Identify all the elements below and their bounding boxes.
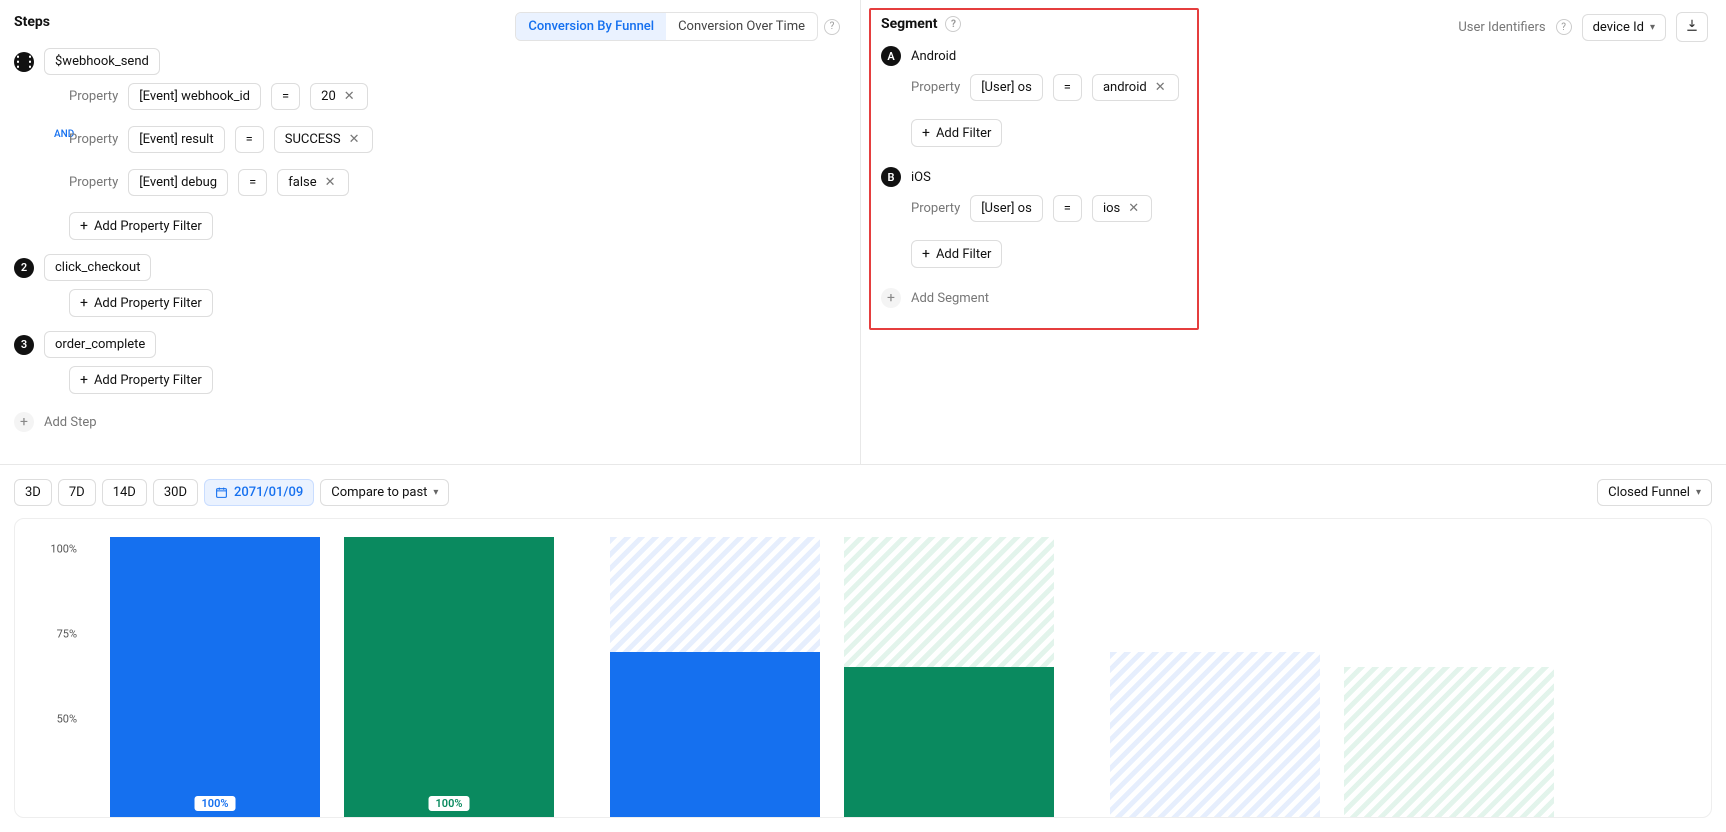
property-label: Property: [69, 132, 118, 147]
step-2-badge: 2: [14, 258, 34, 278]
help-icon[interactable]: ?: [1556, 19, 1572, 35]
add-filter-button[interactable]: + Add Filter: [911, 119, 1002, 147]
step-1-event[interactable]: $webhook_send: [44, 48, 160, 75]
step-3-badge: 3: [14, 335, 34, 355]
plus-icon: +: [80, 372, 88, 388]
range-7d[interactable]: 7D: [58, 479, 96, 506]
add-filter-label: Add Filter: [936, 247, 991, 262]
add-segment-icon[interactable]: +: [881, 288, 901, 308]
segment-b-badge: B: [881, 167, 901, 187]
segment-a-name[interactable]: Android: [911, 49, 956, 64]
date-picker[interactable]: 2071/01/09: [204, 479, 314, 506]
funnel-type-label: Closed Funnel: [1608, 485, 1690, 500]
y-axis: 100% 75% 50%: [35, 529, 85, 817]
date-value: 2071/01/09: [234, 485, 303, 500]
seg-b-op[interactable]: =: [1053, 195, 1082, 222]
remove-icon[interactable]: ✕: [1153, 80, 1168, 95]
add-filter-button[interactable]: + Add Filter: [911, 240, 1002, 268]
add-prop-label: Add Property Filter: [94, 219, 202, 234]
compare-label: Compare to past: [331, 485, 427, 500]
prop3-name[interactable]: [Event] debug: [128, 169, 228, 196]
add-step-button[interactable]: Add Step: [44, 415, 97, 430]
add-property-filter-button[interactable]: + Add Property Filter: [69, 366, 213, 394]
range-14d[interactable]: 14D: [102, 479, 147, 506]
add-step-icon[interactable]: +: [14, 412, 34, 432]
prop3-op[interactable]: =: [238, 169, 267, 196]
prop3-val[interactable]: false ✕: [277, 169, 348, 196]
property-label: Property: [911, 80, 960, 95]
funnel-type-select[interactable]: Closed Funnel ▾: [1597, 479, 1712, 506]
range-3d[interactable]: 3D: [14, 479, 52, 506]
seg-a-val[interactable]: android ✕: [1092, 74, 1179, 101]
prop1-name[interactable]: [Event] webhook_id: [128, 83, 261, 110]
add-prop-label: Add Property Filter: [94, 373, 202, 388]
plus-icon: +: [80, 295, 88, 311]
ytick-75: 75%: [57, 628, 77, 641]
bar-label: 100%: [428, 795, 471, 812]
plus-icon: +: [922, 125, 930, 141]
add-property-filter-button[interactable]: + Add Property Filter: [69, 212, 213, 240]
chevron-down-icon: ▾: [1650, 22, 1655, 33]
seg-b-val-text: ios: [1103, 201, 1120, 216]
prop1-val[interactable]: 20 ✕: [310, 83, 368, 110]
remove-icon[interactable]: ✕: [1126, 201, 1141, 216]
chevron-down-icon: ▾: [433, 487, 438, 498]
prop2-val[interactable]: SUCCESS ✕: [274, 126, 373, 153]
range-30d[interactable]: 30D: [153, 479, 198, 506]
tab-conversion-funnel[interactable]: Conversion By Funnel: [516, 13, 666, 40]
tab-conversion-time[interactable]: Conversion Over Time: [666, 13, 817, 40]
step-3-event[interactable]: order_complete: [44, 331, 156, 358]
add-segment-button[interactable]: Add Segment: [911, 291, 989, 306]
step-2-event[interactable]: click_checkout: [44, 254, 151, 281]
segment-highlight-box: Segment ? A Android Property [User] os =…: [869, 8, 1199, 330]
prop1-op[interactable]: =: [271, 83, 300, 110]
plus-icon: +: [922, 246, 930, 262]
device-id-value: device Id: [1593, 20, 1644, 35]
prop1-val-text: 20: [321, 89, 336, 104]
seg-b-val[interactable]: ios ✕: [1092, 195, 1152, 222]
seg-a-val-text: android: [1103, 80, 1147, 95]
compare-to-past[interactable]: Compare to past ▾: [320, 479, 449, 506]
add-filter-label: Add Filter: [936, 126, 991, 141]
plus-icon: +: [80, 218, 88, 234]
property-label: Property: [69, 89, 118, 104]
seg-a-op[interactable]: =: [1053, 74, 1082, 101]
prop3-val-text: false: [288, 175, 316, 190]
ytick-100: 100%: [50, 543, 77, 556]
remove-icon[interactable]: ✕: [347, 132, 362, 147]
add-prop-label: Add Property Filter: [94, 296, 202, 311]
segment-title: Segment: [881, 16, 937, 32]
seg-a-prop-name[interactable]: [User] os: [970, 74, 1043, 101]
remove-icon[interactable]: ✕: [342, 89, 357, 104]
prop2-val-text: SUCCESS: [285, 132, 341, 147]
segment-a-badge: A: [881, 46, 901, 66]
help-icon[interactable]: ?: [824, 19, 840, 35]
prop2-op[interactable]: =: [235, 126, 264, 153]
chevron-down-icon: ▾: [1696, 487, 1701, 498]
user-identifiers-label: User Identifiers: [1458, 20, 1545, 35]
download-icon: [1685, 18, 1699, 32]
help-icon[interactable]: ?: [945, 16, 961, 32]
property-label: Property: [911, 201, 960, 216]
prop2-name[interactable]: [Event] result: [128, 126, 224, 153]
device-id-select[interactable]: device Id ▾: [1582, 14, 1666, 41]
segment-b-name[interactable]: iOS: [911, 170, 931, 185]
remove-icon[interactable]: ✕: [323, 175, 338, 190]
funnel-chart: 100% 75% 50% 100% 100%: [14, 518, 1712, 818]
conversion-tabs: Conversion By Funnel Conversion Over Tim…: [515, 12, 818, 41]
property-label: Property: [69, 175, 118, 190]
seg-b-prop-name[interactable]: [User] os: [970, 195, 1043, 222]
drag-handle-icon[interactable]: ⋮⋮: [14, 52, 34, 72]
add-property-filter-button[interactable]: + Add Property Filter: [69, 289, 213, 317]
calendar-icon: [215, 486, 228, 499]
bar-label: 100%: [194, 795, 237, 812]
ytick-50: 50%: [57, 713, 77, 726]
download-button[interactable]: [1676, 12, 1708, 42]
